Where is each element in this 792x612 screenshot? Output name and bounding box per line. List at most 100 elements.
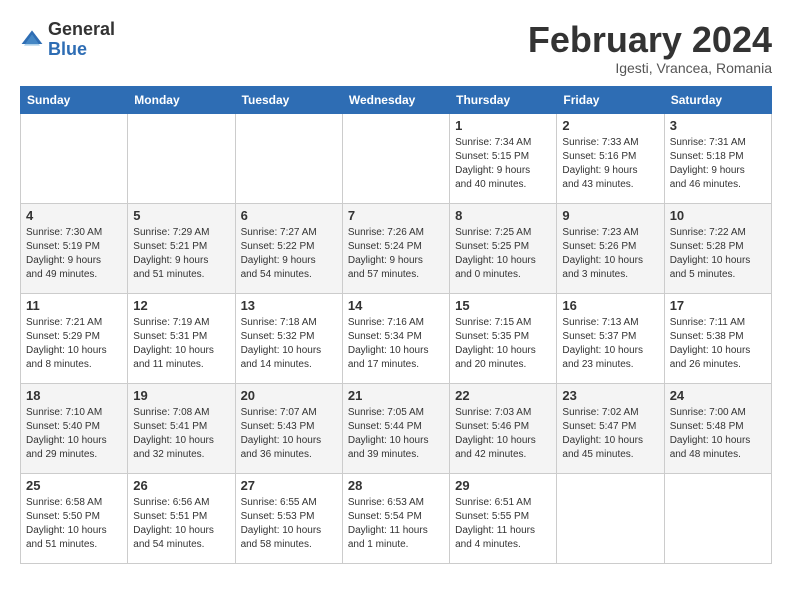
calendar-cell: 26 Sunrise: 6:56 AM Sunset: 5:51 PM Dayli… [128, 473, 235, 563]
calendar-cell: 27 Sunrise: 6:55 AM Sunset: 5:53 PM Dayli… [235, 473, 342, 563]
day-info: Sunrise: 7:18 AM Sunset: 5:32 PM Dayligh… [241, 316, 337, 372]
calendar-cell: 2 Sunrise: 7:33 AM Sunset: 5:16 PM Daylig… [557, 113, 664, 203]
calendar-cell: 8 Sunrise: 7:25 AM Sunset: 5:25 PM Daylig… [450, 203, 557, 293]
logo-icon [20, 28, 44, 52]
weekday-header: Sunday [21, 86, 128, 113]
day-info: Sunrise: 7:10 AM Sunset: 5:40 PM Dayligh… [26, 406, 122, 462]
day-info: Sunrise: 7:13 AM Sunset: 5:37 PM Dayligh… [562, 316, 658, 372]
weekday-header: Tuesday [235, 86, 342, 113]
calendar-cell: 10 Sunrise: 7:22 AM Sunset: 5:28 PM Dayli… [664, 203, 771, 293]
day-number: 3 [670, 118, 766, 133]
weekday-header: Wednesday [342, 86, 449, 113]
weekday-header: Friday [557, 86, 664, 113]
day-info: Sunrise: 6:58 AM Sunset: 5:50 PM Dayligh… [26, 496, 122, 552]
day-info: Sunrise: 7:08 AM Sunset: 5:41 PM Dayligh… [133, 406, 229, 462]
day-info: Sunrise: 7:03 AM Sunset: 5:46 PM Dayligh… [455, 406, 551, 462]
weekday-header: Monday [128, 86, 235, 113]
calendar-cell [664, 473, 771, 563]
day-number: 2 [562, 118, 658, 133]
day-info: Sunrise: 7:07 AM Sunset: 5:43 PM Dayligh… [241, 406, 337, 462]
day-number: 28 [348, 478, 444, 493]
calendar-cell: 17Sunrise: 7:11 AM Sunset: 5:38 PM Dayli… [664, 293, 771, 383]
weekday-header: Saturday [664, 86, 771, 113]
logo: General Blue [20, 20, 115, 60]
calendar-cell: 3 Sunrise: 7:31 AM Sunset: 5:18 PM Daylig… [664, 113, 771, 203]
calendar-cell: 16 Sunrise: 7:13 AM Sunset: 5:37 PM Dayli… [557, 293, 664, 383]
day-info: Sunrise: 7:19 AM Sunset: 5:31 PM Dayligh… [133, 316, 229, 372]
page-header: General Blue February 2024 Igesti, Vranc… [20, 20, 772, 76]
calendar-cell [128, 113, 235, 203]
calendar-cell: 15 Sunrise: 7:15 AM Sunset: 5:35 PM Dayli… [450, 293, 557, 383]
day-info: Sunrise: 7:27 AM Sunset: 5:22 PM Dayligh… [241, 226, 337, 282]
day-number: 5 [133, 208, 229, 223]
day-number: 29 [455, 478, 551, 493]
calendar-cell: 18Sunrise: 7:10 AM Sunset: 5:40 PM Dayli… [21, 383, 128, 473]
calendar-cell: 14Sunrise: 7:16 AM Sunset: 5:34 PM Dayli… [342, 293, 449, 383]
calendar-subtitle: Igesti, Vrancea, Romania [528, 60, 772, 76]
day-info: Sunrise: 7:02 AM Sunset: 5:47 PM Dayligh… [562, 406, 658, 462]
day-number: 15 [455, 298, 551, 313]
calendar-cell: 21 Sunrise: 7:05 AM Sunset: 5:44 PM Dayli… [342, 383, 449, 473]
day-number: 14 [348, 298, 444, 313]
day-info: Sunrise: 6:53 AM Sunset: 5:54 PM Dayligh… [348, 496, 444, 552]
calendar-table: SundayMondayTuesdayWednesdayThursdayFrid… [20, 86, 772, 564]
day-info: Sunrise: 7:30 AM Sunset: 5:19 PM Dayligh… [26, 226, 122, 282]
calendar-cell [21, 113, 128, 203]
day-info: Sunrise: 6:56 AM Sunset: 5:51 PM Dayligh… [133, 496, 229, 552]
day-number: 11 [26, 298, 122, 313]
calendar-cell: 11 Sunrise: 7:21 AM Sunset: 5:29 PM Dayli… [21, 293, 128, 383]
title-block: February 2024 Igesti, Vrancea, Romania [528, 20, 772, 76]
day-number: 1 [455, 118, 551, 133]
day-number: 22 [455, 388, 551, 403]
calendar-cell: 23 Sunrise: 7:02 AM Sunset: 5:47 PM Dayli… [557, 383, 664, 473]
calendar-cell: 24 Sunrise: 7:00 AM Sunset: 5:48 PM Dayli… [664, 383, 771, 473]
day-info: Sunrise: 7:29 AM Sunset: 5:21 PM Dayligh… [133, 226, 229, 282]
day-number: 16 [562, 298, 658, 313]
calendar-cell: 28 Sunrise: 6:53 AM Sunset: 5:54 PM Dayli… [342, 473, 449, 563]
day-number: 9 [562, 208, 658, 223]
day-number: 10 [670, 208, 766, 223]
day-info: Sunrise: 7:25 AM Sunset: 5:25 PM Dayligh… [455, 226, 551, 282]
calendar-title: February 2024 [528, 20, 772, 60]
day-number: 23 [562, 388, 658, 403]
day-info: Sunrise: 7:00 AM Sunset: 5:48 PM Dayligh… [670, 406, 766, 462]
day-info: Sunrise: 6:51 AM Sunset: 5:55 PM Dayligh… [455, 496, 551, 552]
day-info: Sunrise: 7:23 AM Sunset: 5:26 PM Dayligh… [562, 226, 658, 282]
day-info: Sunrise: 7:26 AM Sunset: 5:24 PM Dayligh… [348, 226, 444, 282]
day-info: Sunrise: 6:55 AM Sunset: 5:53 PM Dayligh… [241, 496, 337, 552]
calendar-cell [557, 473, 664, 563]
logo-general-text: General [48, 19, 115, 39]
calendar-cell: 9 Sunrise: 7:23 AM Sunset: 5:26 PM Daylig… [557, 203, 664, 293]
day-info: Sunrise: 7:31 AM Sunset: 5:18 PM Dayligh… [670, 136, 766, 192]
calendar-cell: 4Sunrise: 7:30 AM Sunset: 5:19 PM Daylig… [21, 203, 128, 293]
day-number: 27 [241, 478, 337, 493]
day-number: 21 [348, 388, 444, 403]
day-number: 8 [455, 208, 551, 223]
day-number: 12 [133, 298, 229, 313]
day-number: 26 [133, 478, 229, 493]
calendar-cell: 6 Sunrise: 7:27 AM Sunset: 5:22 PM Daylig… [235, 203, 342, 293]
day-info: Sunrise: 7:21 AM Sunset: 5:29 PM Dayligh… [26, 316, 122, 372]
day-number: 7 [348, 208, 444, 223]
calendar-cell [235, 113, 342, 203]
day-number: 13 [241, 298, 337, 313]
day-info: Sunrise: 7:22 AM Sunset: 5:28 PM Dayligh… [670, 226, 766, 282]
day-info: Sunrise: 7:15 AM Sunset: 5:35 PM Dayligh… [455, 316, 551, 372]
logo-blue-text: Blue [48, 39, 87, 59]
day-info: Sunrise: 7:33 AM Sunset: 5:16 PM Dayligh… [562, 136, 658, 192]
calendar-cell: 20Sunrise: 7:07 AM Sunset: 5:43 PM Dayli… [235, 383, 342, 473]
day-number: 25 [26, 478, 122, 493]
calendar-cell: 7 Sunrise: 7:26 AM Sunset: 5:24 PM Daylig… [342, 203, 449, 293]
calendar-cell: 12 Sunrise: 7:19 AM Sunset: 5:31 PM Dayli… [128, 293, 235, 383]
calendar-cell: 29 Sunrise: 6:51 AM Sunset: 5:55 PM Dayli… [450, 473, 557, 563]
calendar-cell: 13 Sunrise: 7:18 AM Sunset: 5:32 PM Dayli… [235, 293, 342, 383]
calendar-cell: 22 Sunrise: 7:03 AM Sunset: 5:46 PM Dayli… [450, 383, 557, 473]
day-info: Sunrise: 7:34 AM Sunset: 5:15 PM Dayligh… [455, 136, 551, 192]
weekday-header: Thursday [450, 86, 557, 113]
day-number: 24 [670, 388, 766, 403]
calendar-cell: 1 Sunrise: 7:34 AM Sunset: 5:15 PM Daylig… [450, 113, 557, 203]
day-number: 17 [670, 298, 766, 313]
calendar-cell: 5 Sunrise: 7:29 AM Sunset: 5:21 PM Daylig… [128, 203, 235, 293]
day-info: Sunrise: 7:05 AM Sunset: 5:44 PM Dayligh… [348, 406, 444, 462]
day-number: 6 [241, 208, 337, 223]
